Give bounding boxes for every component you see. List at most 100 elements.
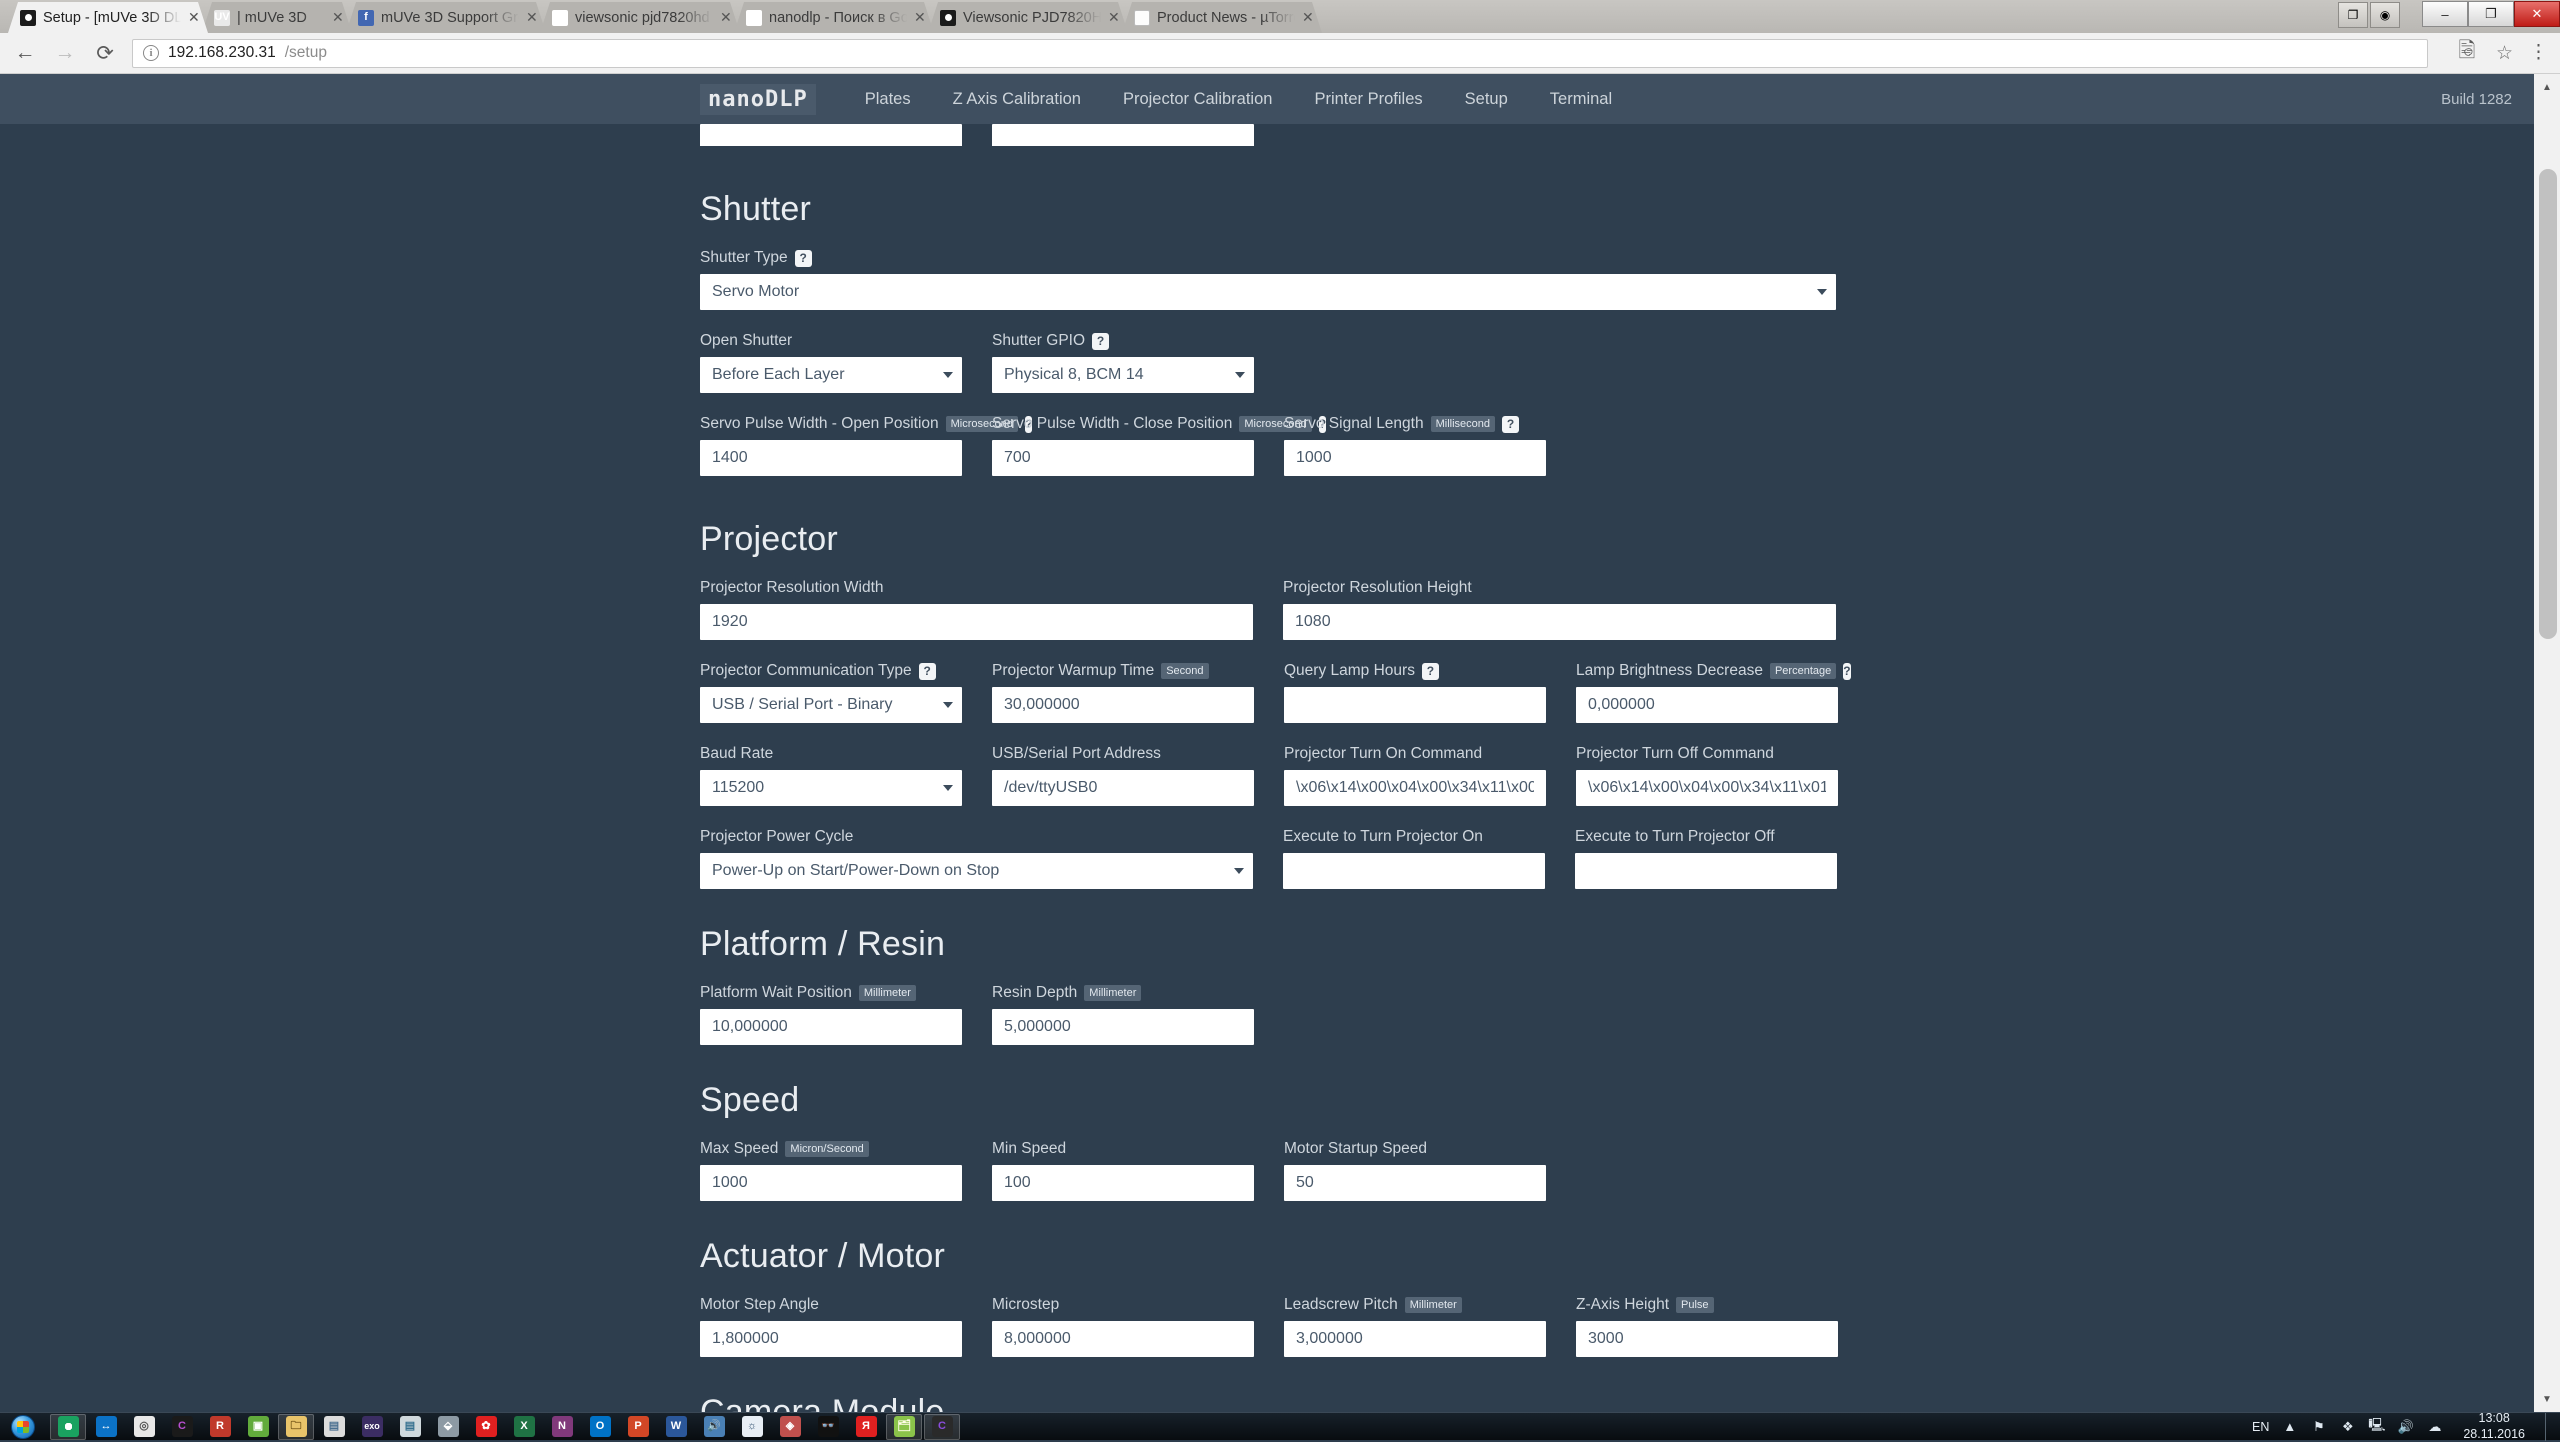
input-turn-off-command[interactable] (1576, 770, 1838, 806)
input-pulse-close[interactable] (992, 440, 1254, 476)
nav-item-plates[interactable]: Plates (844, 90, 932, 109)
input-res-width[interactable] (700, 604, 1253, 640)
input-signal-length[interactable] (1284, 440, 1546, 476)
taskbar-reader-icon[interactable]: ▤ (392, 1414, 428, 1440)
help-icon[interactable]: ? (795, 250, 812, 267)
taskbar-sun-icon[interactable]: ☼ (734, 1414, 770, 1440)
help-icon[interactable]: ? (1422, 663, 1439, 680)
page-scrollbar[interactable]: ▲ ▼ (2534, 74, 2560, 1412)
forward-icon[interactable]: → (52, 40, 78, 66)
input-pulse-open[interactable] (700, 440, 962, 476)
close-icon[interactable]: ✕ (914, 9, 928, 26)
select-shutter-gpio[interactable]: Physical 8, BCM 14 (992, 357, 1254, 393)
close-button[interactable]: ✕ (2514, 1, 2560, 27)
show-desktop-button[interactable] (2545, 1413, 2556, 1441)
taskbar-bittorrent-icon[interactable]: C (924, 1414, 960, 1440)
select-open-shutter[interactable]: Before Each Layer (700, 357, 962, 393)
input-step-angle[interactable] (700, 1321, 962, 1357)
taskbar-teamviewer-icon[interactable]: ↔ (88, 1414, 124, 1440)
input-lamp-decrease[interactable] (1576, 687, 1838, 723)
browser-tab-6[interactable]: Product News - µTorrent ✕ (1122, 2, 1322, 33)
taskbar-chrome-icon[interactable] (50, 1414, 86, 1440)
input-exec-off[interactable] (1575, 853, 1837, 889)
scroll-up-icon[interactable]: ▲ (2534, 74, 2560, 100)
taskbar-exo-icon[interactable]: exo (354, 1414, 390, 1440)
address-bar[interactable]: i 192.168.230.31/setup (132, 39, 2428, 68)
select-comm-type[interactable]: USB / Serial Port - Binary (700, 687, 962, 723)
taskbar-tools-icon[interactable]: ⬙ (430, 1414, 466, 1440)
clipped-input-a[interactable] (700, 124, 962, 146)
taskbar-notes-icon[interactable]: ▤ (316, 1414, 352, 1440)
input-max-speed[interactable] (700, 1165, 962, 1201)
taskbar-glasses-icon[interactable]: 👓 (810, 1414, 846, 1440)
browser-tab-3[interactable]: G viewsonic pjd7820hd bri ✕ (540, 2, 740, 33)
taskbar-prism-icon[interactable]: ◈ (772, 1414, 808, 1440)
taskbar-green-app-icon[interactable]: ▣ (240, 1414, 276, 1440)
input-min-speed[interactable] (992, 1165, 1254, 1201)
input-startup-speed[interactable] (1284, 1165, 1546, 1201)
input-microstep[interactable] (992, 1321, 1254, 1357)
restore-button[interactable]: ❐ (2468, 1, 2514, 27)
close-icon[interactable]: ✕ (1108, 9, 1122, 26)
taskbar-folder-colors-icon[interactable]: 🗂 (886, 1414, 922, 1440)
show-hidden-icons-icon[interactable]: ▲ (2281, 1418, 2298, 1435)
input-port-address[interactable] (992, 770, 1254, 806)
taskbar-explorer-icon[interactable]: 🗀 (278, 1414, 314, 1440)
nanodlp-logo[interactable]: nanoDLP (700, 84, 816, 115)
nav-item-projector-calibration[interactable]: Projector Calibration (1102, 90, 1293, 109)
close-icon[interactable]: ✕ (526, 9, 540, 26)
scrollbar-thumb[interactable] (2539, 169, 2557, 639)
nav-item-z-axis-calibration[interactable]: Z Axis Calibration (932, 90, 1102, 109)
minimize-button[interactable]: – (2422, 1, 2468, 27)
taskbar-outlook-icon[interactable]: O (582, 1414, 618, 1440)
start-button[interactable] (0, 1413, 46, 1441)
inner-restore-button[interactable]: ❐ (2338, 2, 2368, 28)
browser-tab-5[interactable]: Viewsonic PJD7820HD ac ✕ (928, 2, 1128, 33)
taskbar-yandex-icon[interactable]: Я (848, 1414, 884, 1440)
help-icon[interactable]: ? (1092, 333, 1109, 350)
back-icon[interactable]: ← (12, 40, 38, 66)
taskbar-nikon-capture-icon[interactable]: C (164, 1414, 200, 1440)
nav-item-printer-profiles[interactable]: Printer Profiles (1293, 90, 1443, 109)
input-wait-position[interactable] (700, 1009, 962, 1045)
taskbar-nikon-icon[interactable]: ◎ (126, 1414, 162, 1440)
taskbar-word-icon[interactable]: W (658, 1414, 694, 1440)
taskbar-onenote-icon[interactable]: N (544, 1414, 580, 1440)
chrome-menu-icon[interactable]: ⋮ (2529, 47, 2548, 58)
bookmark-star-icon[interactable]: ☆ (2496, 42, 2513, 65)
close-icon[interactable]: ✕ (332, 9, 346, 26)
site-info-icon[interactable]: i (143, 45, 159, 61)
browser-tab-2[interactable]: f mUVe 3D Support Group ✕ (346, 2, 546, 33)
input-turn-on-command[interactable] (1284, 770, 1546, 806)
close-icon[interactable]: ✕ (188, 9, 202, 26)
help-icon[interactable]: ? (1843, 663, 1850, 680)
tray-language[interactable]: EN (2252, 1420, 2269, 1434)
taskbar-r-cube-icon[interactable]: R (202, 1414, 238, 1440)
nav-item-setup[interactable]: Setup (1444, 90, 1529, 109)
volume-icon[interactable]: 🔊 (2397, 1418, 2414, 1435)
taskbar-powerpoint-icon[interactable]: P (620, 1414, 656, 1440)
reload-icon[interactable]: ⟳ (92, 40, 118, 66)
help-icon[interactable]: ? (1502, 416, 1519, 433)
select-power-cycle[interactable]: Power-Up on Start/Power-Down on Stop (700, 853, 1253, 889)
taskbar-clock[interactable]: 13:08 28.11.2016 (2455, 1411, 2533, 1442)
input-resin-depth[interactable] (992, 1009, 1254, 1045)
cloud-icon[interactable]: ☁ (2426, 1418, 2443, 1435)
input-z-height[interactable] (1576, 1321, 1838, 1357)
input-exec-on[interactable] (1283, 853, 1545, 889)
input-query-lamp[interactable] (1284, 687, 1546, 723)
input-leadscrew[interactable] (1284, 1321, 1546, 1357)
network-icon[interactable]: 🖳 (2368, 1418, 2385, 1435)
browser-tab-4[interactable]: G nanodlp - Поиск в Goog ✕ (734, 2, 934, 33)
inner-app-icon[interactable]: ◉ (2370, 2, 2400, 28)
taskbar-excel-icon[interactable]: X (506, 1414, 542, 1440)
dropbox-icon[interactable]: ❖ (2339, 1418, 2356, 1435)
close-icon[interactable]: ✕ (720, 9, 734, 26)
help-icon[interactable]: ? (919, 663, 936, 680)
taskbar-volume-app-icon[interactable]: 🔊 (696, 1414, 732, 1440)
nav-item-terminal[interactable]: Terminal (1529, 90, 1633, 109)
input-res-height[interactable] (1283, 604, 1836, 640)
flag-icon[interactable]: ⚑ (2310, 1418, 2327, 1435)
translate-icon[interactable]: 🗟 (2454, 40, 2480, 66)
select-shutter-type[interactable]: Servo Motor (700, 274, 1836, 310)
